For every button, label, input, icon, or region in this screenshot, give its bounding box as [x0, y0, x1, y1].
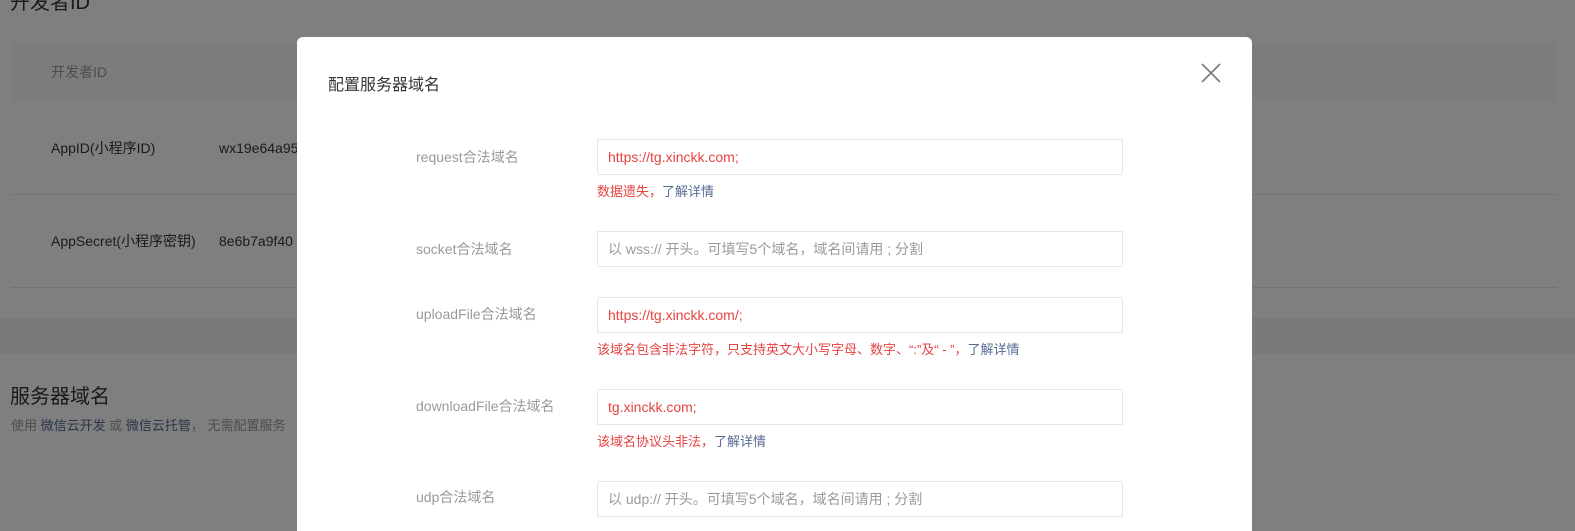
downloadfile-learn-more-link[interactable]: 了解详情	[714, 434, 766, 449]
close-icon[interactable]	[1197, 59, 1225, 87]
request-domain-label: request合法域名	[416, 149, 519, 165]
uploadfile-learn-more-link[interactable]: 了解详情	[967, 342, 1019, 357]
uploadfile-domain-error: 该域名包含非法字符，只支持英文大小写字母、数字、“:”及“ - ”，了解详情	[597, 339, 1020, 358]
socket-domain-input[interactable]: 以 wss:// 开头。可填写5个域名，域名间请用 ; 分割	[597, 231, 1123, 267]
udp-domain-input[interactable]: 以 udp:// 开头。可填写5个域名，域名间请用 ; 分割	[597, 481, 1123, 517]
downloadfile-domain-input[interactable]: tg.xinckk.com;	[597, 389, 1123, 425]
downloadfile-domain-label: downloadFile合法域名	[416, 398, 555, 414]
uploadfile-error-text: 该域名包含非法字符，只支持英文大小写字母、数字、“:”及“ - ”，	[597, 342, 968, 357]
request-domain-input[interactable]: https://tg.xinckk.com;	[597, 139, 1123, 175]
config-server-domain-dialog: 配置服务器域名 request合法域名 https://tg.xinckk.co…	[297, 37, 1252, 531]
request-domain-error: 数据遗失，了解详情	[597, 181, 714, 200]
uploadfile-domain-input[interactable]: https://tg.xinckk.com/;	[597, 297, 1123, 333]
request-error-text: 数据遗失，	[597, 184, 663, 199]
dialog-title: 配置服务器域名	[328, 77, 441, 94]
uploadfile-domain-label: uploadFile合法域名	[416, 306, 537, 322]
downloadfile-error-text: 该域名协议头非法，	[597, 434, 715, 449]
request-learn-more-link[interactable]: 了解详情	[662, 184, 714, 199]
downloadfile-domain-error: 该域名协议头非法，了解详情	[597, 431, 766, 450]
socket-domain-label: socket合法域名	[416, 241, 513, 257]
udp-domain-label: udp合法域名	[416, 489, 496, 505]
